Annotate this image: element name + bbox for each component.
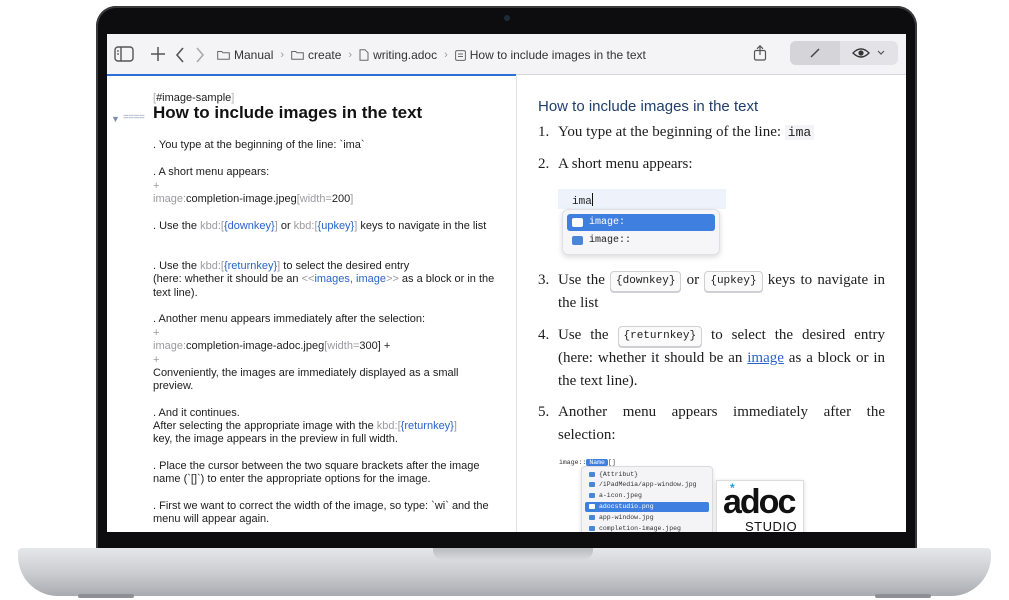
eye-icon bbox=[852, 48, 870, 58]
source-line: + bbox=[153, 327, 160, 339]
breadcrumb-item-section[interactable]: How to include images in the text bbox=[454, 48, 646, 62]
completion-option[interactable]: image:: bbox=[567, 232, 715, 249]
toolbar-right bbox=[746, 41, 898, 65]
completion-option[interactable]: app-window.jpg bbox=[585, 513, 709, 523]
list-item: 4. Use the {returnkey} to select the des… bbox=[538, 326, 885, 389]
source-line: . Use the kbd:[{downkey}] or kbd:[{upkey… bbox=[153, 220, 487, 232]
view-mode-segmented-control bbox=[790, 41, 898, 65]
source-line: + bbox=[153, 180, 160, 192]
source-line: + bbox=[153, 354, 160, 366]
laptop-foot bbox=[875, 594, 931, 598]
image-icon bbox=[589, 504, 595, 509]
chevron-right-icon: › bbox=[444, 49, 448, 61]
adoc-studio-logo: adoc * STUDIO bbox=[716, 480, 804, 532]
image-icon bbox=[572, 218, 583, 227]
section-icon bbox=[454, 49, 466, 61]
forward-icon[interactable] bbox=[195, 47, 205, 63]
image-icon bbox=[589, 526, 595, 531]
chevron-down-icon bbox=[877, 50, 885, 55]
camera-icon bbox=[504, 15, 510, 21]
image-icon bbox=[589, 493, 595, 498]
typed-text: image:: Name[] bbox=[559, 459, 616, 466]
completion-option[interactable]: /iPadMedia/app-window.jpg bbox=[585, 480, 709, 490]
completion-image-2: image:: Name[] {Attribut} /iPadMedia/app-… bbox=[559, 459, 809, 532]
laptop-base bbox=[18, 548, 991, 598]
pencil-icon bbox=[810, 48, 820, 58]
breadcrumb-item-create[interactable]: create bbox=[291, 48, 341, 62]
laptop-foot bbox=[78, 594, 134, 598]
source-line: . Use the kbd:[{returnkey}] to select th… bbox=[153, 260, 498, 299]
list-item: 1. You type at the beginning of the line… bbox=[538, 121, 885, 145]
section-heading: How to include images in the text bbox=[153, 103, 423, 122]
completion-image-1: ima image: image:: bbox=[558, 189, 726, 259]
source-line: . Another menu appears immediately after… bbox=[153, 313, 426, 325]
chevron-right-icon: › bbox=[348, 49, 353, 61]
add-icon[interactable] bbox=[150, 46, 166, 62]
breadcrumb: Manual › create › writing.adoc › How to … bbox=[217, 48, 646, 62]
kbd-returnkey: {returnkey} bbox=[617, 326, 703, 347]
completion-option[interactable]: completion-image.jpeg bbox=[585, 524, 709, 532]
breadcrumb-label: Manual bbox=[234, 48, 274, 62]
edit-mode-button[interactable] bbox=[790, 41, 840, 65]
document-icon bbox=[359, 49, 369, 61]
toolbar: Manual › create › writing.adoc › How to … bbox=[107, 34, 906, 75]
heading-marker: ==== bbox=[123, 112, 145, 123]
breadcrumb-label: How to include images in the text bbox=[469, 48, 646, 62]
breadcrumb-label: create bbox=[308, 48, 342, 62]
back-icon[interactable] bbox=[175, 47, 185, 63]
breadcrumb-item-manual[interactable]: Manual bbox=[217, 48, 273, 62]
source-line: . A short menu appears: bbox=[153, 166, 270, 178]
chevron-right-icon: › bbox=[280, 49, 285, 61]
laptop-notch bbox=[433, 548, 593, 560]
completion-menu: image: image:: bbox=[562, 209, 720, 255]
typed-text: ima bbox=[572, 193, 593, 208]
preview-mode-button[interactable] bbox=[840, 41, 898, 65]
completion-option[interactable]: a-icon.jpeg bbox=[585, 491, 709, 501]
source-line: . First we want to correct the width of … bbox=[153, 500, 492, 526]
completion-option[interactable]: image: bbox=[567, 214, 715, 231]
image-icon bbox=[589, 482, 595, 487]
preview-pane: How to include images in the text 1. You… bbox=[517, 76, 906, 532]
folder-icon bbox=[291, 51, 304, 60]
source-line: . Place the cursor between the two squar… bbox=[153, 460, 483, 486]
completion-option[interactable]: adocstudio.png bbox=[585, 502, 709, 512]
preview-title: How to include images in the text bbox=[538, 98, 759, 115]
source-line: image:completion-image.jpeg[width=200] bbox=[153, 193, 354, 205]
list-item: 2. A short menu appears: bbox=[538, 156, 693, 172]
completion-option[interactable]: {Attribut} bbox=[585, 470, 709, 480]
image-icon bbox=[572, 236, 583, 245]
fold-triangle-icon[interactable]: ▼ bbox=[111, 113, 120, 126]
app-window: Manual › create › writing.adoc › How to … bbox=[107, 34, 906, 532]
attribute-icon bbox=[589, 472, 595, 477]
asterisk-icon: * bbox=[730, 481, 735, 495]
kbd-upkey: {upkey} bbox=[704, 271, 763, 292]
share-icon[interactable] bbox=[746, 41, 774, 65]
kbd-downkey: {downkey} bbox=[610, 271, 682, 292]
image-icon bbox=[589, 515, 595, 520]
source-editor[interactable]: [#image-sample] ▼ ==== How to include im… bbox=[107, 76, 517, 532]
source-line: image:completion-image-adoc.jpeg[width=3… bbox=[153, 340, 391, 352]
sidebar-toggle-icon[interactable] bbox=[114, 46, 134, 62]
source-line: . You type at the beginning of the line:… bbox=[153, 139, 365, 151]
breadcrumb-label: writing.adoc bbox=[373, 48, 438, 62]
folder-icon bbox=[217, 51, 230, 60]
list-item: 5. Another menu appears immediately afte… bbox=[538, 404, 885, 443]
source-line: Conveniently, the images are immediately… bbox=[153, 367, 462, 393]
completion-menu: {Attribut} /iPadMedia/app-window.jpg a-i… bbox=[581, 466, 713, 532]
source-line: After selecting the appropriate image wi… bbox=[153, 420, 457, 446]
breadcrumb-item-file[interactable]: writing.adoc bbox=[359, 48, 437, 62]
source-line: . And it continues. bbox=[153, 407, 240, 419]
image-link[interactable]: image bbox=[747, 350, 784, 366]
list-item: 3. Use the {downkey} or {upkey} keys to … bbox=[538, 271, 885, 311]
